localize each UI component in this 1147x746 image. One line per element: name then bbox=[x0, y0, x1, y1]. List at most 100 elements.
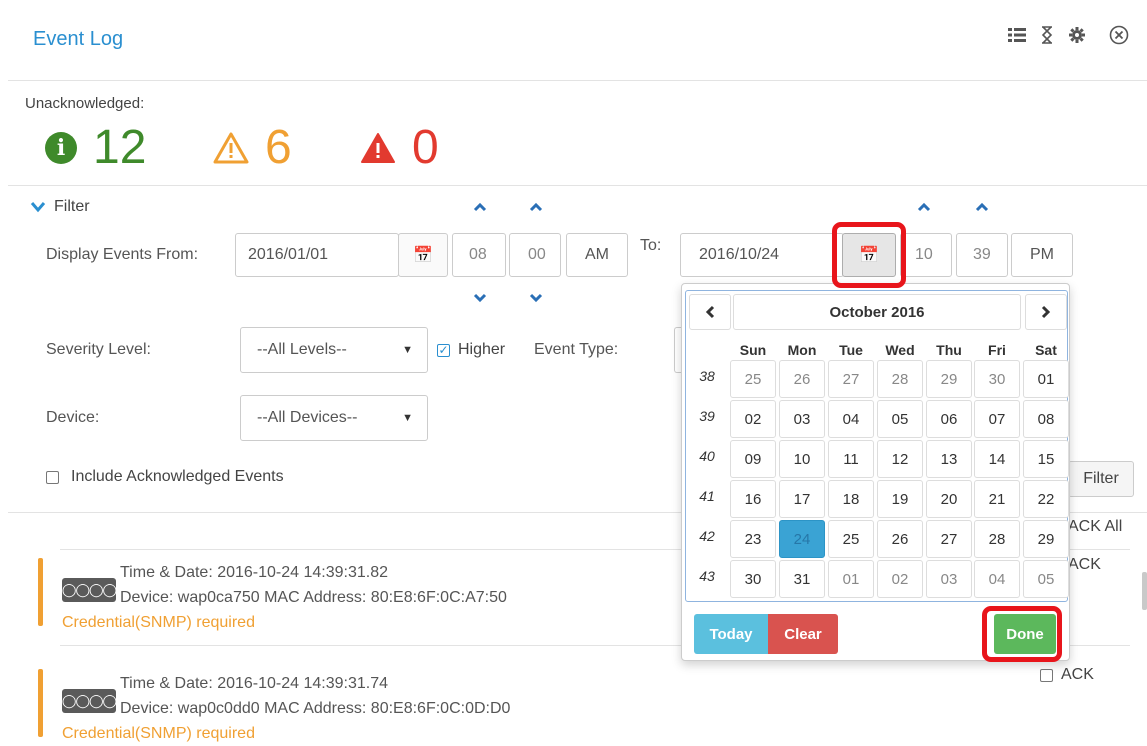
week-number: 41 bbox=[699, 488, 715, 504]
weekday-wed: Wed bbox=[885, 342, 915, 358]
filter-toggle[interactable]: Filter bbox=[30, 198, 90, 216]
ack-label: ACK bbox=[1068, 556, 1101, 573]
next-month-button[interactable] bbox=[1025, 294, 1067, 330]
calendar-day[interactable]: 03 bbox=[779, 400, 825, 438]
calendar-day[interactable]: 22 bbox=[1023, 480, 1069, 518]
calendar-day[interactable]: 17 bbox=[779, 480, 825, 518]
from-date-input[interactable]: 2016/01/01 bbox=[235, 233, 399, 277]
calendar-day[interactable]: 21 bbox=[974, 480, 1020, 518]
calendar-day[interactable]: 30 bbox=[730, 560, 776, 598]
ack-checkbox-1[interactable]: ACK bbox=[1068, 556, 1101, 574]
device-icon: ◯◯◯◯ bbox=[62, 578, 117, 602]
calendar-day[interactable]: 05 bbox=[1023, 560, 1069, 598]
to-hour-input[interactable]: 10 bbox=[900, 233, 952, 277]
calendar-day[interactable]: 01 bbox=[1023, 360, 1069, 398]
weekday-mon: Mon bbox=[787, 342, 817, 358]
month-title[interactable]: October 2016 bbox=[733, 294, 1021, 330]
device-select[interactable]: --All Devices-- ▼ bbox=[240, 395, 428, 441]
close-circle-icon[interactable] bbox=[1104, 20, 1134, 50]
from-label: Display Events From: bbox=[46, 246, 199, 263]
calendar-day[interactable]: 30 bbox=[974, 360, 1020, 398]
calendar-day[interactable]: 15 bbox=[1023, 440, 1069, 478]
clear-button[interactable]: Clear bbox=[768, 614, 838, 654]
from-ampm-button[interactable]: AM bbox=[566, 233, 628, 277]
include-ack-checkbox[interactable]: Include Acknowledged Events bbox=[46, 468, 284, 486]
from-hour-up-icon[interactable] bbox=[466, 199, 494, 217]
calendar-day[interactable]: 13 bbox=[926, 440, 972, 478]
chevron-down-icon bbox=[30, 202, 46, 213]
calendar-day[interactable]: 02 bbox=[730, 400, 776, 438]
calendar-day[interactable]: 25 bbox=[730, 360, 776, 398]
calendar-day[interactable]: 23 bbox=[730, 520, 776, 558]
calendar-day[interactable]: 01 bbox=[828, 560, 874, 598]
list-icon[interactable] bbox=[1002, 20, 1032, 50]
calendar-day[interactable]: 31 bbox=[779, 560, 825, 598]
from-hour-down-icon[interactable] bbox=[466, 290, 494, 308]
to-minute-input[interactable]: 39 bbox=[956, 233, 1008, 277]
calendar-day[interactable]: 03 bbox=[926, 560, 972, 598]
today-button[interactable]: Today bbox=[694, 614, 768, 654]
scrollbar[interactable] bbox=[1142, 572, 1147, 610]
calendar-day[interactable]: 27 bbox=[926, 520, 972, 558]
calendar-day[interactable]: 28 bbox=[877, 360, 923, 398]
caret-down-icon: ▼ bbox=[402, 412, 413, 424]
calendar-day[interactable]: 29 bbox=[926, 360, 972, 398]
calendar-day[interactable]: 18 bbox=[828, 480, 874, 518]
calendar-day[interactable]: 25 bbox=[828, 520, 874, 558]
calendar-day[interactable]: 24 bbox=[779, 520, 825, 558]
header-divider bbox=[8, 80, 1147, 81]
error-triangle-icon bbox=[361, 133, 395, 163]
calendar-day[interactable]: 10 bbox=[779, 440, 825, 478]
ack-all-checkbox[interactable]: ACK All bbox=[1068, 518, 1122, 536]
severity-select[interactable]: --All Levels-- ▼ bbox=[240, 327, 428, 373]
higher-checkbox[interactable]: ✓ Higher bbox=[437, 341, 505, 359]
calendar-day[interactable]: 02 bbox=[877, 560, 923, 598]
calendar-day[interactable]: 28 bbox=[974, 520, 1020, 558]
prev-month-button[interactable] bbox=[689, 294, 731, 330]
calendar-day[interactable]: 11 bbox=[828, 440, 874, 478]
to-hour-up-icon[interactable] bbox=[910, 199, 938, 217]
calendar-day[interactable]: 19 bbox=[877, 480, 923, 518]
weekday-thu: Thu bbox=[936, 342, 962, 358]
calendar-day[interactable]: 27 bbox=[828, 360, 874, 398]
to-date-input[interactable]: 2016/10/24 bbox=[680, 233, 844, 277]
to-calendar-button[interactable]: 📅 bbox=[842, 233, 896, 277]
calendar-day[interactable]: 04 bbox=[828, 400, 874, 438]
from-minute-down-icon[interactable] bbox=[522, 290, 550, 308]
calendar-day[interactable]: 26 bbox=[779, 360, 825, 398]
event-row[interactable]: ◯◯◯◯ Time & Date: 2016-10-24 14:39:31.82… bbox=[38, 558, 738, 631]
severity-value: --All Levels-- bbox=[257, 341, 347, 358]
to-minute-up-icon[interactable] bbox=[968, 199, 996, 217]
hourglass-icon[interactable] bbox=[1032, 20, 1062, 50]
ack-checkbox-2[interactable]: ACK bbox=[1040, 666, 1094, 684]
calendar-day[interactable]: 20 bbox=[926, 480, 972, 518]
calendar-day[interactable]: 07 bbox=[974, 400, 1020, 438]
calendar-day[interactable]: 05 bbox=[877, 400, 923, 438]
calendar-day[interactable]: 06 bbox=[926, 400, 972, 438]
calendar-day[interactable]: 04 bbox=[974, 560, 1020, 598]
from-minute-up-icon[interactable] bbox=[522, 199, 550, 217]
filter-button[interactable]: Filter bbox=[1068, 461, 1134, 497]
event-device: Device: wap0c0dd0 MAC Address: 80:E8:6F:… bbox=[120, 700, 511, 717]
gear-icon[interactable] bbox=[1062, 20, 1092, 50]
severity-label: Severity Level: bbox=[46, 341, 151, 358]
calendar-day[interactable]: 16 bbox=[730, 480, 776, 518]
warning-count[interactable]: 6 bbox=[213, 120, 292, 176]
calendar-day[interactable]: 26 bbox=[877, 520, 923, 558]
calendar-day[interactable]: 09 bbox=[730, 440, 776, 478]
calendar-day[interactable]: 29 bbox=[1023, 520, 1069, 558]
week-number: 39 bbox=[699, 408, 715, 424]
from-hour-input[interactable]: 08 bbox=[452, 233, 506, 277]
done-label: Done bbox=[1006, 625, 1044, 643]
info-count[interactable]: i 12 bbox=[45, 120, 146, 176]
done-button[interactable]: Done bbox=[994, 614, 1056, 654]
calendar-day[interactable]: 14 bbox=[974, 440, 1020, 478]
calendar-day[interactable]: 08 bbox=[1023, 400, 1069, 438]
filter-toggle-label: Filter bbox=[54, 198, 90, 215]
to-ampm-button[interactable]: PM bbox=[1011, 233, 1073, 277]
from-calendar-button[interactable]: 📅 bbox=[398, 233, 448, 277]
error-count[interactable]: 0 bbox=[360, 120, 439, 176]
event-row[interactable]: ◯◯◯◯ Time & Date: 2016-10-24 14:39:31.74… bbox=[38, 669, 738, 742]
from-minute-input[interactable]: 00 bbox=[509, 233, 561, 277]
calendar-day[interactable]: 12 bbox=[877, 440, 923, 478]
